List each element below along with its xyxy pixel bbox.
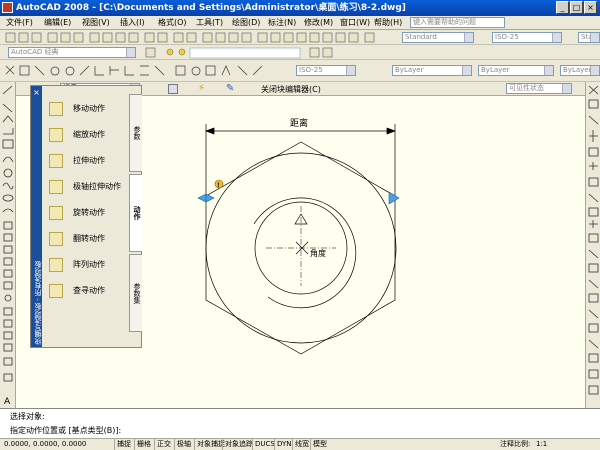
- menu-format[interactable]: 格式(O): [158, 17, 187, 29]
- rotate-action-icon: [49, 206, 63, 220]
- menu-view[interactable]: 视图(V): [82, 17, 110, 29]
- stretch-action-icon: [49, 154, 63, 168]
- svg-text:!: !: [217, 182, 220, 189]
- grip-left[interactable]: [197, 193, 215, 203]
- annotation-scale-value[interactable]: 1:1: [536, 439, 547, 450]
- window-title: AutoCAD 2008 - [C:\Documents and Setting…: [16, 3, 406, 13]
- draw-toolbar-icons[interactable]: A: [0, 82, 16, 408]
- menu-window[interactable]: 窗口(W): [340, 17, 370, 29]
- status-ortho[interactable]: 正交: [154, 439, 173, 450]
- status-polar[interactable]: 极轴: [174, 439, 193, 450]
- palette-item-lookup[interactable]: 查寻动作: [45, 280, 131, 302]
- status-bar: 0.0000, 0.0000, 0.0000 捕捉 栅格 正交 极轴 对象捕捉 …: [0, 438, 600, 450]
- status-dyn[interactable]: DYN: [274, 439, 294, 450]
- dim-style-dropdown-2[interactable]: ISO-25: [296, 65, 356, 76]
- menu-edit[interactable]: 编辑(E): [44, 17, 71, 29]
- linetype-dropdown[interactable]: ByLayer: [478, 65, 554, 76]
- status-lineweight[interactable]: 线宽: [292, 439, 311, 450]
- svg-text:A: A: [4, 397, 11, 407]
- title-bar: AutoCAD 2008 - [C:\Documents and Setting…: [0, 0, 600, 16]
- menu-help[interactable]: 帮助(H): [374, 17, 402, 29]
- palette-close-icon[interactable]: ×: [32, 88, 41, 97]
- polar-stretch-action-icon: [49, 180, 63, 194]
- menu-file[interactable]: 文件(F): [6, 17, 33, 29]
- palette-title-strip[interactable]: × 块编写选项板 - 所有选项板: [31, 86, 42, 347]
- status-snap[interactable]: 捕捉: [114, 439, 133, 450]
- palette-item-polar-stretch[interactable]: 极轴拉伸动作: [45, 176, 131, 198]
- status-grid[interactable]: 栅格: [134, 439, 153, 450]
- command-prompt[interactable]: 指定动作位置或 [基点类型(B)]:: [10, 425, 121, 436]
- text-style-dropdown[interactable]: Standard: [402, 32, 474, 43]
- app-icon[interactable]: [2, 2, 13, 13]
- maximize-icon[interactable]: □: [570, 1, 583, 14]
- move-action-icon: [49, 102, 63, 116]
- lightning-icon[interactable]: ⚡: [198, 83, 210, 95]
- dimension-toolbar-icons[interactable]: [0, 62, 300, 80]
- workspace-toolbar: AutoCAD 经典: [0, 45, 600, 60]
- block-authoring-icon[interactable]: [168, 84, 178, 94]
- command-window[interactable]: 选择对象: 指定动作位置或 [基点类型(B)]:: [0, 408, 600, 438]
- palette-title: 块编写选项板 - 所有选项板: [34, 261, 42, 345]
- dim-style-dropdown[interactable]: ISO-25: [492, 32, 562, 43]
- tab-actions[interactable]: 动作: [129, 174, 142, 252]
- menu-tools[interactable]: 工具(T): [196, 17, 223, 29]
- palette-item-flip[interactable]: 翻转动作: [45, 228, 131, 250]
- minimize-icon[interactable]: _: [556, 1, 569, 14]
- angle-label: 角度: [310, 248, 326, 258]
- menu-insert[interactable]: 插入(I): [120, 17, 145, 29]
- visibility-state-dropdown[interactable]: 可见性状态: [506, 83, 572, 94]
- dim-label: 距离: [290, 117, 308, 129]
- help-search-input[interactable]: 键入需要帮助的问题: [410, 17, 505, 28]
- grip-right[interactable]: [388, 191, 400, 205]
- status-otrack[interactable]: 对象追踪: [222, 439, 255, 450]
- palette-item-rotate[interactable]: 旋转动作: [45, 202, 131, 224]
- menu-bar: 文件(F) 编辑(E) 视图(V) 插入(I) 格式(O) 工具(T) 绘图(D…: [0, 16, 600, 30]
- tab-parameters[interactable]: 参数: [129, 94, 142, 172]
- palette-item-stretch[interactable]: 拉伸动作: [45, 150, 131, 172]
- status-model[interactable]: 模型: [310, 439, 329, 450]
- command-history-line: 选择对象:: [10, 412, 45, 421]
- table-style-dropdown[interactable]: Standard: [578, 32, 600, 43]
- layer-toolbar-icons[interactable]: [140, 45, 380, 60]
- close-block-editor-button[interactable]: 关闭块编辑器(C): [261, 84, 321, 95]
- workspace-dropdown[interactable]: AutoCAD 经典: [8, 47, 136, 58]
- scale-action-icon: [49, 128, 63, 142]
- menu-modify[interactable]: 修改(M): [304, 17, 333, 29]
- array-action-icon: [49, 258, 63, 272]
- palette-item-scale[interactable]: 缩放动作: [45, 124, 131, 146]
- coordinate-readout: 0.0000, 0.0000, 0.0000: [4, 440, 87, 448]
- palette-item-array[interactable]: 阵列动作: [45, 254, 131, 276]
- color-dropdown[interactable]: ByLayer: [392, 65, 472, 76]
- lineweight-dropdown[interactable]: ByLayer: [560, 65, 600, 76]
- flip-action-icon: [49, 232, 63, 246]
- annotation-scale-label: 注释比例:: [500, 440, 531, 448]
- modify-toolbar-icons[interactable]: [586, 82, 600, 408]
- standard-toolbar: Standard ISO-25 Standard: [0, 30, 600, 45]
- block-authoring-palette: × 块编写选项板 - 所有选项板 移动动作 缩放动作 拉伸动作 极轴拉伸动作 旋…: [30, 85, 142, 348]
- palette-item-move[interactable]: 移动动作: [45, 98, 131, 120]
- menu-draw[interactable]: 绘图(D): [232, 17, 260, 29]
- properties-toolbar: ISO-25 ByLayer ByLayer ByLayer: [0, 60, 600, 82]
- close-icon[interactable]: ×: [584, 1, 597, 14]
- draw-toolbar: A: [0, 82, 16, 408]
- modify-toolbar: [585, 82, 600, 408]
- menu-dimension[interactable]: 标注(N): [268, 17, 296, 29]
- lookup-action-icon: [49, 284, 63, 298]
- tab-parameter-sets[interactable]: 参数集: [129, 254, 142, 332]
- standard-toolbar-icons[interactable]: [0, 30, 380, 45]
- pencil-icon[interactable]: ✎: [226, 83, 238, 95]
